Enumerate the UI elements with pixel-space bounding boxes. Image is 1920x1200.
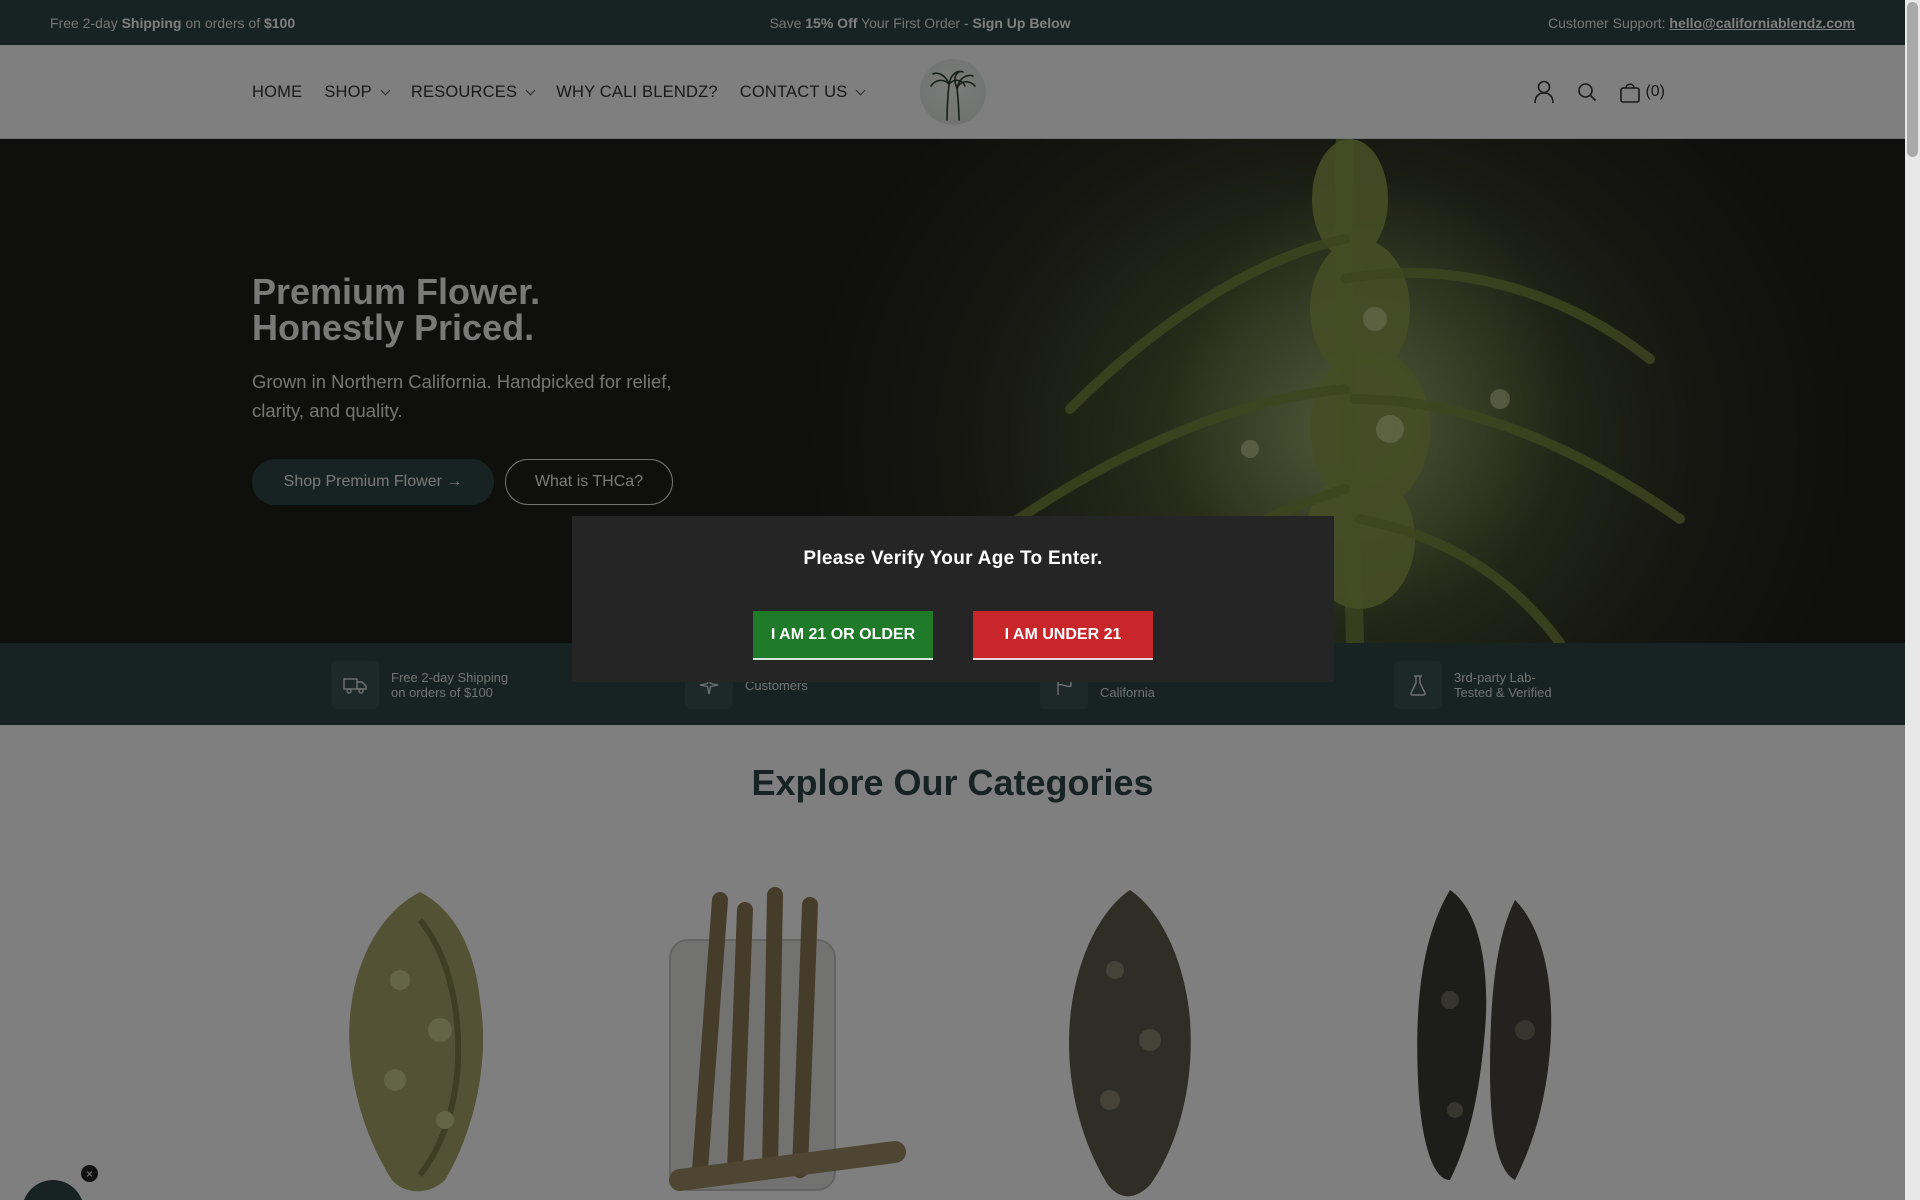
age-gate-title: Please Verify Your Age To Enter. [803,548,1103,569]
age-over-21-button[interactable]: I AM 21 OR OLDER [753,611,933,660]
page-scrollbar[interactable] [1905,0,1920,1200]
age-under-21-button[interactable]: I AM UNDER 21 [973,611,1153,660]
scrollbar-thumb[interactable] [1907,2,1918,157]
age-verification-modal: Please Verify Your Age To Enter. I AM 21… [572,516,1334,682]
